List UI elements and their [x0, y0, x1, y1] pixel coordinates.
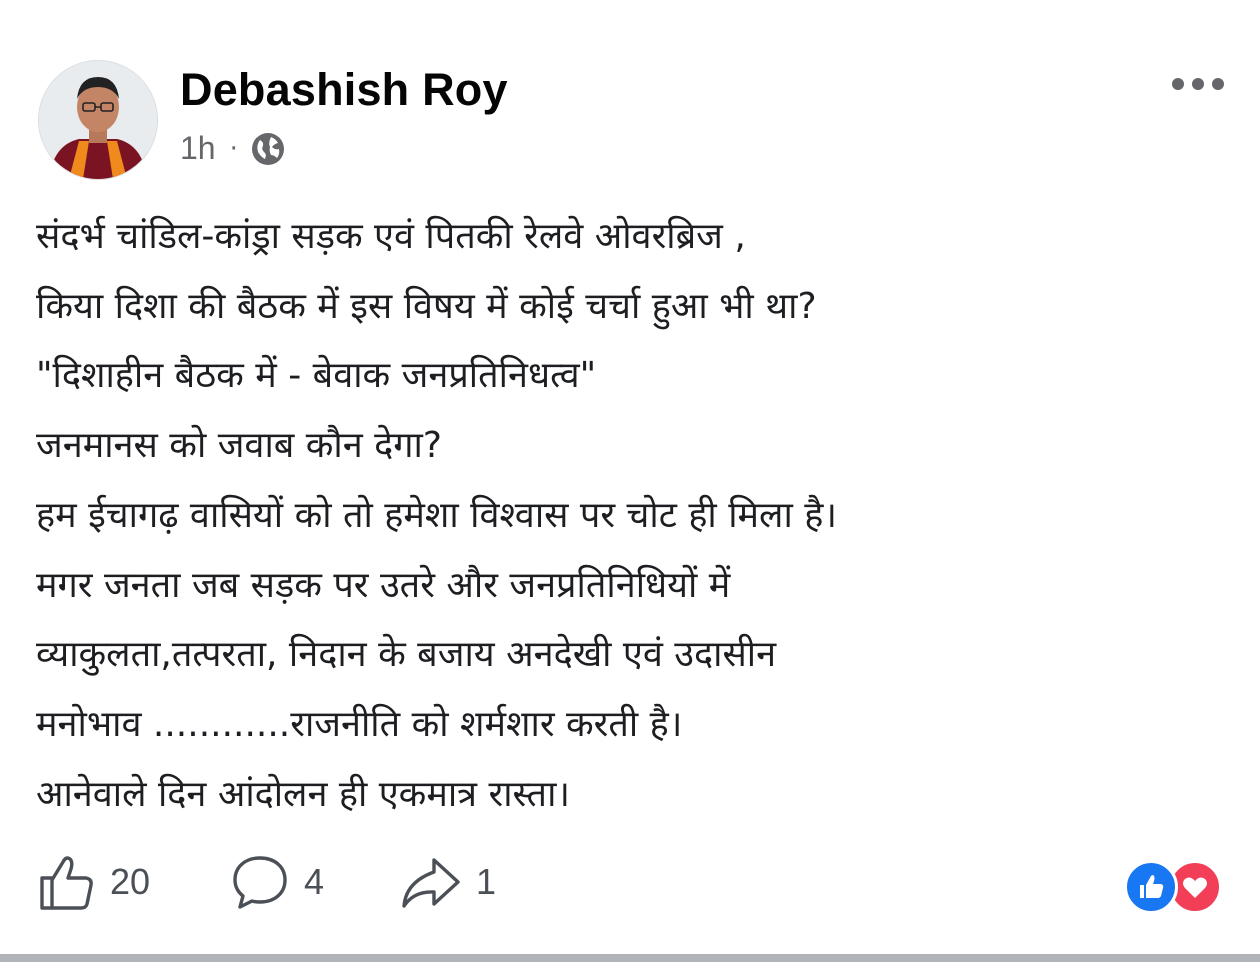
- like-button[interactable]: 20: [36, 852, 150, 912]
- divider: [0, 954, 1260, 962]
- more-dot: [1172, 78, 1184, 90]
- post-line: हम ईचागढ़ वासियों को तो हमेशा विश्वास पर…: [36, 494, 837, 536]
- post-meta: 1h ·: [180, 130, 286, 167]
- more-options-button[interactable]: [1172, 74, 1228, 94]
- comment-button[interactable]: 4: [230, 852, 324, 912]
- post-line: व्याकुलता,तत्परता, निदान के बजाय अनदेखी …: [36, 634, 777, 676]
- post-line: "दिशाहीन बैठक में - बेवाक जनप्रतिनिधत्व": [36, 355, 597, 397]
- share-icon: [402, 858, 460, 908]
- share-count: 1: [476, 861, 497, 902]
- avatar-photo: [39, 61, 157, 179]
- post-line: संदर्भ चांडिल-कांड्रा सड़क एवं पितकी रेल…: [36, 216, 746, 257]
- reactions-summary[interactable]: [1124, 860, 1222, 914]
- post-header: Debashish Roy 1h ·: [38, 60, 1238, 190]
- like-count: 20: [110, 861, 151, 902]
- globe-icon: [251, 132, 284, 165]
- post-line: किया दिशा की बैठक में इस विषय में कोई चर…: [36, 285, 817, 327]
- author-avatar[interactable]: [38, 60, 158, 180]
- meta-separator: ·: [229, 133, 238, 164]
- share-button[interactable]: 1: [400, 852, 496, 912]
- author-name[interactable]: Debashish Roy: [180, 64, 508, 116]
- post-actions: 20 4 1: [36, 852, 1226, 922]
- like-reaction-icon: [1124, 860, 1178, 914]
- post-line: जनमानस को जवाब कौन देगा?: [36, 425, 442, 467]
- post-time[interactable]: 1h: [180, 130, 216, 167]
- more-dot: [1212, 78, 1224, 90]
- post-line: मनोभाव ............राजनीति को शर्मशार कर…: [36, 703, 683, 745]
- post-text: संदर्भ चांडिल-कांड्रा सड़क एवं पितकी रेल…: [36, 202, 1226, 829]
- comment-count: 4: [304, 861, 325, 902]
- post-line: आनेवाले दिन आंदोलन ही एकमात्र रास्ता।: [36, 773, 571, 815]
- more-dot: [1192, 78, 1204, 90]
- thumbs-up-icon: [40, 856, 93, 910]
- comment-icon: [233, 856, 287, 909]
- post-line: मगर जनता जब सड़क पर उतरे और जनप्रतिनिधिय…: [36, 564, 731, 606]
